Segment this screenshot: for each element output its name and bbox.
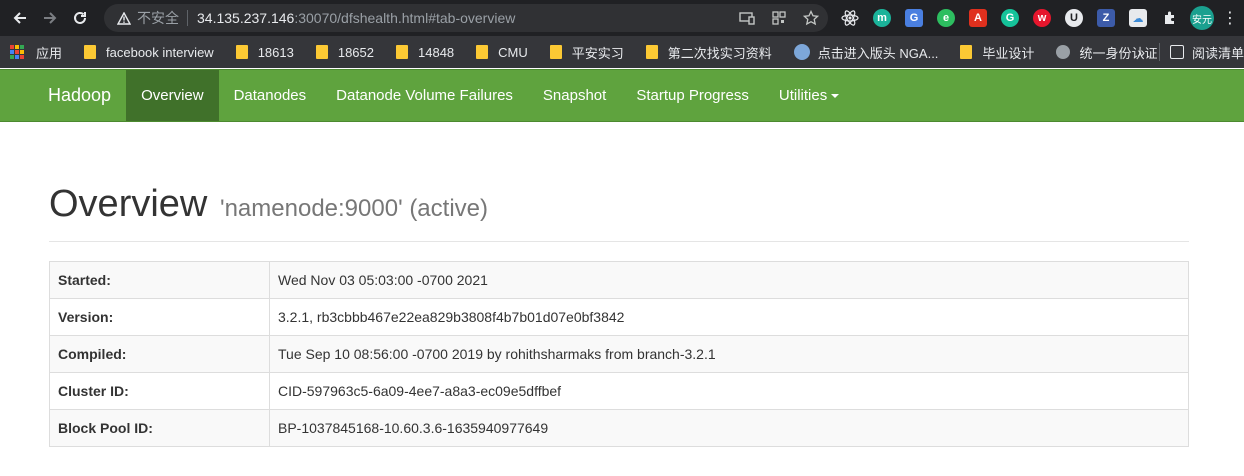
tab-utilities-dropdown[interactable]: Utilities <box>764 70 854 121</box>
warning-icon[interactable] <box>116 11 132 25</box>
folder-icon <box>960 45 973 59</box>
url-host: 34.135.237.146 <box>197 10 295 26</box>
overview-table: Started: Wed Nov 03 05:03:00 -0700 2021 … <box>49 261 1189 447</box>
row-key: Block Pool ID: <box>49 409 270 447</box>
cast-icon[interactable] <box>738 9 756 27</box>
page-header: Overview 'namenode:9000' (active) <box>49 180 1189 242</box>
row-key: Started: <box>49 261 270 299</box>
row-value: Tue Sep 10 08:56:00 -0700 2019 by rohith… <box>269 335 1189 373</box>
folder-icon <box>315 45 328 59</box>
omnibox-divider <box>187 10 188 26</box>
bookmark-internship-materials[interactable]: 第二次找实习资料 <box>645 43 772 62</box>
utilities-label: Utilities <box>778 87 828 104</box>
bookmark-label: 14848 <box>418 44 455 60</box>
row-value: BP-1037845168-10.60.3.6-1635940977649 <box>269 409 1189 447</box>
bookmark-18652[interactable]: 18652 <box>315 44 374 60</box>
reload-button[interactable] <box>65 3 95 33</box>
table-row: Version: 3.2.1, rb3cbbb467e22ea829b3808f… <box>49 298 1189 336</box>
apps-grid-icon <box>10 45 24 59</box>
url-path: :30070/dfshealth.html#tab-overview <box>294 10 516 26</box>
evernote-icon[interactable]: e <box>934 6 958 30</box>
bookmark-label: 18652 <box>337 44 374 60</box>
qr-code-icon[interactable] <box>770 9 788 27</box>
bookmarks-divider <box>1158 43 1160 61</box>
brand-link[interactable]: Hadoop <box>48 70 111 121</box>
bookmark-facebook-interview[interactable]: facebook interview <box>84 45 214 60</box>
folder-icon <box>235 45 248 59</box>
bookmark-14848[interactable]: 14848 <box>396 45 454 60</box>
folder-icon <box>549 45 562 59</box>
forward-button[interactable] <box>35 3 65 33</box>
tab-datanodes[interactable]: Datanodes <box>219 70 322 121</box>
bookmark-label: 18613 <box>257 44 294 60</box>
globe-icon <box>1056 45 1071 59</box>
ublock-icon[interactable]: U <box>1062 6 1086 30</box>
address-bar[interactable]: 不安全 34.135.237.146:30070/dfshealth.html#… <box>104 4 828 32</box>
page-subtitle: 'namenode:9000' (active) <box>220 195 488 222</box>
insecure-label[interactable]: 不安全 <box>137 8 179 28</box>
table-row: Started: Wed Nov 03 05:03:00 -0700 2021 <box>49 261 1189 299</box>
row-value: Wed Nov 03 05:03:00 -0700 2021 <box>269 261 1189 299</box>
m-extension-icon[interactable]: m <box>870 6 894 30</box>
bookmarks-bar: 应用 facebook interview 18613 18652 14848 … <box>0 36 1244 68</box>
folder-icon <box>476 45 489 59</box>
zotero-icon[interactable]: Z <box>1094 6 1118 30</box>
reload-icon <box>74 11 86 24</box>
more-menu-icon[interactable]: ⋮ <box>1222 8 1238 28</box>
bookmark-cmu[interactable]: CMU <box>476 45 528 60</box>
row-key: Cluster ID: <box>49 372 270 410</box>
tab-snapshot[interactable]: Snapshot <box>528 70 621 121</box>
bookmark-label: 点击进入版头 NGA... <box>817 45 939 61</box>
reading-list-label[interactable]: 阅读清单 <box>1192 43 1244 62</box>
omnibox-actions <box>738 4 820 32</box>
bookmarks-right: » 阅读清单 <box>1137 36 1244 68</box>
bookmark-label: 毕业设计 <box>982 45 1035 61</box>
bookmark-graduation-project[interactable]: 毕业设计 <box>960 43 1034 62</box>
back-button[interactable] <box>5 3 35 33</box>
extensions-area: m G e A G w U Z ☁ 安元 ⋮ <box>838 6 1238 30</box>
reading-list-icon[interactable] <box>1169 45 1184 59</box>
row-key: Version: <box>49 298 270 336</box>
bookmark-pingan-internship[interactable]: 平安实习 <box>549 43 624 62</box>
bookmark-18613[interactable]: 18613 <box>235 44 294 60</box>
bookmark-label: 第二次找实习资料 <box>667 45 772 61</box>
tab-datanode-volume-failures[interactable]: Datanode Volume Failures <box>321 70 528 121</box>
hadoop-navbar: Hadoop Overview Datanodes Datanode Volum… <box>0 69 1244 122</box>
bookmark-label: facebook interview <box>106 44 214 60</box>
profile-avatar[interactable]: 安元 <box>1190 6 1214 30</box>
row-value: CID-597963c5-6a09-4ee7-a8a3-ec09e5dffbef <box>269 372 1189 410</box>
browser-toolbar: 不安全 34.135.237.146:30070/dfshealth.html#… <box>0 0 1244 36</box>
more-bookmarks-chevron-icon[interactable]: » <box>1137 44 1145 60</box>
bookmark-label: 平安实习 <box>571 45 624 61</box>
cloud-icon[interactable]: ☁ <box>1126 6 1150 30</box>
weibo-icon[interactable]: w <box>1030 6 1054 30</box>
grammarly-icon[interactable]: G <box>998 6 1022 30</box>
bookmark-apps[interactable]: 应用 <box>10 43 62 62</box>
star-icon[interactable] <box>802 9 820 27</box>
puzzle-icon[interactable] <box>1158 6 1182 30</box>
folder-icon <box>84 45 97 59</box>
row-key: Compiled: <box>49 335 270 373</box>
table-row: Block Pool ID: BP-1037845168-10.60.3.6-1… <box>49 409 1189 447</box>
folder-icon <box>645 45 658 59</box>
tab-startup-progress[interactable]: Startup Progress <box>621 70 764 121</box>
react-devtools-icon[interactable] <box>838 6 862 30</box>
arrow-left-icon <box>13 12 26 24</box>
nga-icon <box>793 44 810 60</box>
table-row: Compiled: Tue Sep 10 08:56:00 -0700 2019… <box>49 335 1189 373</box>
table-row: Cluster ID: CID-597963c5-6a09-4ee7-a8a3-… <box>49 372 1189 410</box>
arrow-right-icon <box>44 12 57 24</box>
caret-down-icon <box>831 94 840 99</box>
bookmark-label: 应用 <box>36 45 63 61</box>
folder-icon <box>396 45 408 59</box>
page-title: Overview <box>49 183 208 225</box>
bookmark-nga[interactable]: 点击进入版头 NGA... <box>793 43 939 62</box>
google-translate-icon[interactable]: G <box>902 6 926 30</box>
row-value: 3.2.1, rb3cbbb467e22ea829b3808f4b7b01d07… <box>269 298 1189 336</box>
acrobat-icon[interactable]: A <box>966 6 990 30</box>
bookmark-label: CMU <box>498 44 528 60</box>
tab-overview[interactable]: Overview <box>126 70 219 121</box>
url-text[interactable]: 34.135.237.146:30070/dfshealth.html#tab-… <box>197 10 515 26</box>
